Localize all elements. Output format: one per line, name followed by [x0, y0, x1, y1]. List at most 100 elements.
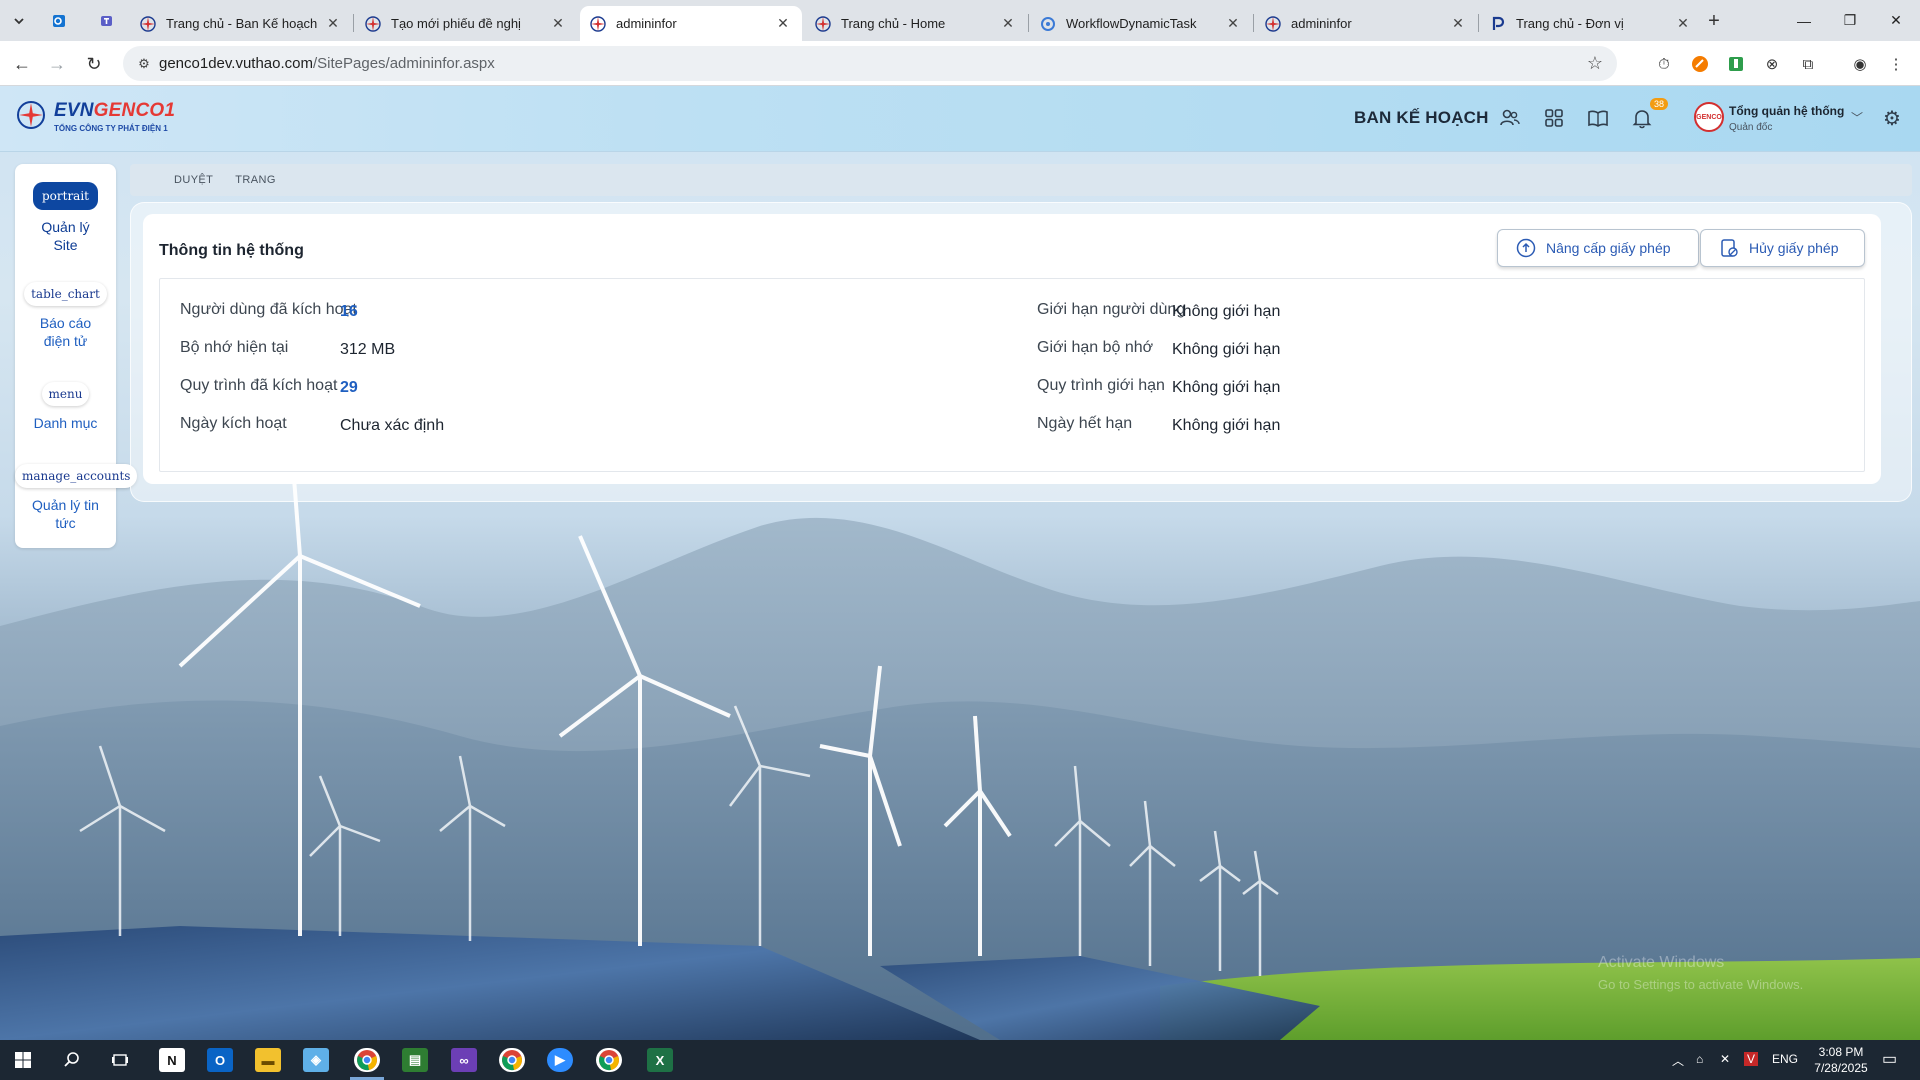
- info-label: Người dùng đã kích hoạt: [180, 301, 357, 318]
- sidebar-item-electronic-reports[interactable]: table_chart Báo cáo điện tử: [15, 282, 116, 350]
- system-info-card: Thông tin hệ thống Nâng cấp giấy phép Hủ…: [143, 214, 1881, 484]
- cancel-license-button[interactable]: Hủy giấy phép: [1700, 229, 1865, 267]
- close-icon[interactable]: ✕: [1224, 15, 1242, 32]
- close-icon[interactable]: ✕: [999, 15, 1017, 32]
- outlook-pinned-tab[interactable]: [45, 8, 73, 34]
- reload-button[interactable]: ↻: [80, 50, 108, 78]
- restore-icon: ❐: [1843, 12, 1857, 28]
- task-view-icon[interactable]: [107, 1048, 133, 1072]
- close-window-button[interactable]: ✕: [1873, 0, 1919, 41]
- language-indicator[interactable]: ENG: [1772, 1052, 1798, 1066]
- close-icon[interactable]: ✕: [1449, 15, 1467, 32]
- chevron-down-icon[interactable]: ﹀: [1851, 109, 1863, 126]
- more-menu-icon[interactable]: ⋮: [1886, 54, 1906, 74]
- browser-tab[interactable]: admininfor ✕: [1255, 6, 1477, 41]
- apps-grid-icon[interactable]: [1542, 106, 1566, 130]
- tab-label: Trang chủ - Ban Kế hoạch: [166, 16, 318, 31]
- restore-button[interactable]: ❐: [1827, 0, 1873, 41]
- upgrade-arrow-icon: [1516, 238, 1536, 258]
- browser-toolbar: ← → ↻ ⚙ genco1dev.vuthao.com/SitePages/a…: [0, 41, 1920, 86]
- book-icon[interactable]: [1586, 106, 1610, 130]
- forward-button[interactable]: →: [43, 50, 71, 78]
- info-label: Giới hạn bộ nhớ: [1037, 339, 1154, 356]
- extension-circle-icon[interactable]: ⊗: [1762, 54, 1782, 74]
- activate-windows-watermark: Activate Windows Go to Settings to activ…: [1598, 952, 1803, 996]
- page-title: Thông tin hệ thống: [159, 242, 304, 259]
- tab-divider: [1028, 14, 1029, 32]
- chevron-down-icon: [14, 18, 24, 25]
- file-explorer-icon[interactable]: ▬: [255, 1048, 281, 1072]
- users-icon[interactable]: [1498, 106, 1522, 130]
- browser-tab[interactable]: Trang chủ - Ban Kế hoạch ✕: [130, 6, 352, 41]
- evngenco1-logo[interactable]: EVNGENCO1 TỔNG CÔNG TY PHÁT ĐIỆN 1: [16, 98, 176, 138]
- sidebar-item-label: Báo cáo điện tử: [39, 315, 92, 349]
- sidebar-item-categories[interactable]: menu Danh mục: [15, 382, 116, 432]
- search-icon[interactable]: [59, 1048, 85, 1072]
- outlook-app-icon[interactable]: O: [207, 1048, 233, 1072]
- close-icon[interactable]: ✕: [549, 15, 567, 32]
- vpn-tray-icon[interactable]: V: [1744, 1052, 1759, 1066]
- extension-orange-icon[interactable]: [1690, 54, 1710, 74]
- avatar[interactable]: GENCO: [1694, 102, 1724, 132]
- profile-icon[interactable]: ◉: [1850, 54, 1870, 74]
- close-icon[interactable]: ✕: [1674, 15, 1692, 32]
- bookmark-star-icon[interactable]: ☆: [1587, 53, 1603, 74]
- remote-app-icon[interactable]: ◈: [303, 1048, 329, 1072]
- site-info-icon[interactable]: ⚙: [129, 56, 159, 72]
- workflow-icon: [1040, 16, 1056, 32]
- browser-tab[interactable]: WorkflowDynamicTask ✕: [1030, 6, 1252, 41]
- network-icon[interactable]: ⌂: [1696, 1052, 1703, 1066]
- volume-muted-icon[interactable]: ✕: [1720, 1052, 1730, 1066]
- timer-icon[interactable]: ⏱: [1654, 54, 1674, 74]
- user-role: Quản đốc: [1729, 122, 1773, 133]
- upgrade-license-button[interactable]: Nâng cấp giấy phép: [1497, 229, 1699, 267]
- tab-label: admininfor: [616, 16, 677, 31]
- sidebar-item-site-management[interactable]: portrait Quản lý Site: [15, 182, 116, 254]
- browser-tab-active[interactable]: admininfor ✕: [580, 6, 802, 41]
- breadcrumb: DUYỆT TRANG: [130, 164, 1912, 196]
- browser-tab[interactable]: Trang chủ - Home ✕: [805, 6, 1027, 41]
- back-button[interactable]: ←: [8, 50, 36, 78]
- user-name[interactable]: Tổng quản hệ thống: [1729, 104, 1844, 118]
- minimize-icon: —: [1797, 12, 1811, 29]
- extension-green-icon[interactable]: [1726, 54, 1746, 74]
- notification-bell-icon[interactable]: [1630, 106, 1654, 130]
- browser-tab[interactable]: Trang chủ - Đơn vị ✕: [1480, 6, 1702, 41]
- chrome-alt-icon[interactable]: [596, 1048, 622, 1072]
- arrow-left-icon: ←: [13, 53, 31, 74]
- chrome-profile-icon[interactable]: [499, 1048, 525, 1072]
- breadcrumb-item-page[interactable]: TRANG: [235, 174, 276, 186]
- system-clock[interactable]: 3:08 PM 7/28/2025: [1808, 1044, 1874, 1076]
- extensions-puzzle-icon[interactable]: ⧉: [1798, 54, 1818, 74]
- minimize-button[interactable]: —: [1781, 0, 1827, 41]
- info-value-active-workflows: 29: [340, 379, 358, 396]
- sidebar-item-news-management[interactable]: manage_accounts Quản lý tin tức: [15, 464, 138, 532]
- logo-subtitle: TỔNG CÔNG TY PHÁT ĐIỆN 1: [54, 124, 168, 133]
- tray-chevron-up-icon[interactable]: ︿: [1672, 1052, 1684, 1069]
- evn-logo-icon: [17, 101, 45, 129]
- browser-tab[interactable]: Tạo mới phiếu đề nghị ✕: [355, 6, 577, 41]
- close-icon[interactable]: ✕: [324, 15, 342, 32]
- excel-icon[interactable]: X: [647, 1048, 673, 1072]
- new-tab-button[interactable]: +: [1700, 8, 1728, 34]
- tab-search-button[interactable]: [5, 8, 33, 34]
- info-label: Quy trình giới hạn: [1037, 377, 1165, 394]
- logo-wordmark: EVNGENCO1: [54, 100, 176, 121]
- gear-icon[interactable]: ⚙: [1883, 106, 1901, 131]
- portrait-icon: portrait: [32, 182, 98, 210]
- breadcrumb-item-approve[interactable]: DUYỆT: [174, 174, 213, 186]
- address-bar[interactable]: ⚙ genco1dev.vuthao.com/SitePages/adminin…: [123, 46, 1617, 81]
- notification-center-icon[interactable]: ▭: [1882, 1049, 1897, 1069]
- evn-icon: [815, 15, 831, 32]
- zoom-icon[interactable]: ▶: [547, 1048, 573, 1072]
- page-viewport: EVNGENCO1 TỔNG CÔNG TY PHÁT ĐIỆN 1 BAN K…: [0, 86, 1920, 1040]
- windows-start-icon[interactable]: [10, 1048, 36, 1072]
- notepad-icon[interactable]: ▤: [402, 1048, 428, 1072]
- close-icon[interactable]: ✕: [774, 15, 792, 32]
- chrome-icon[interactable]: [354, 1048, 380, 1072]
- sidebar-item-label: Danh mục: [33, 415, 98, 431]
- department-title: BAN KẾ HOẠCH: [1354, 108, 1489, 127]
- teams-pinned-tab[interactable]: [93, 8, 121, 34]
- visual-studio-icon[interactable]: ∞: [451, 1048, 477, 1072]
- notion-icon[interactable]: N: [159, 1048, 185, 1072]
